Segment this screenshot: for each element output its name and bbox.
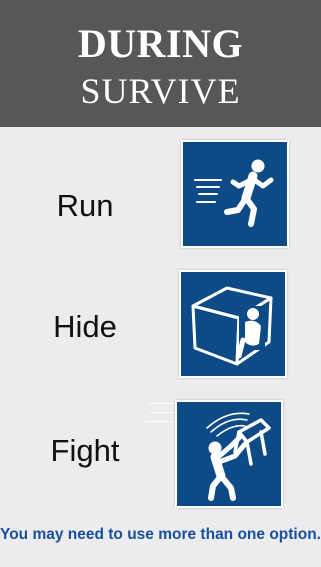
hide-label: Hide — [53, 309, 117, 344]
run-label: Run — [56, 188, 114, 223]
running-person-icon — [183, 142, 287, 246]
page-subtitle: SURVIVE — [80, 71, 241, 111]
page-title: DURING — [77, 21, 244, 66]
decorative-line — [148, 403, 174, 404]
decorative-line — [150, 412, 174, 413]
footer-note: You may need to use more than one option… — [0, 526, 321, 543]
fight-label: Fight — [50, 433, 120, 468]
fight-sign — [175, 400, 283, 508]
hide-sign — [179, 270, 287, 378]
header-banner: DURING SURVIVE — [0, 0, 321, 127]
person-throwing-chair-icon — [177, 402, 281, 506]
person-hiding-behind-box-icon — [181, 272, 285, 376]
run-sign — [181, 140, 289, 248]
decorative-line — [146, 421, 174, 422]
